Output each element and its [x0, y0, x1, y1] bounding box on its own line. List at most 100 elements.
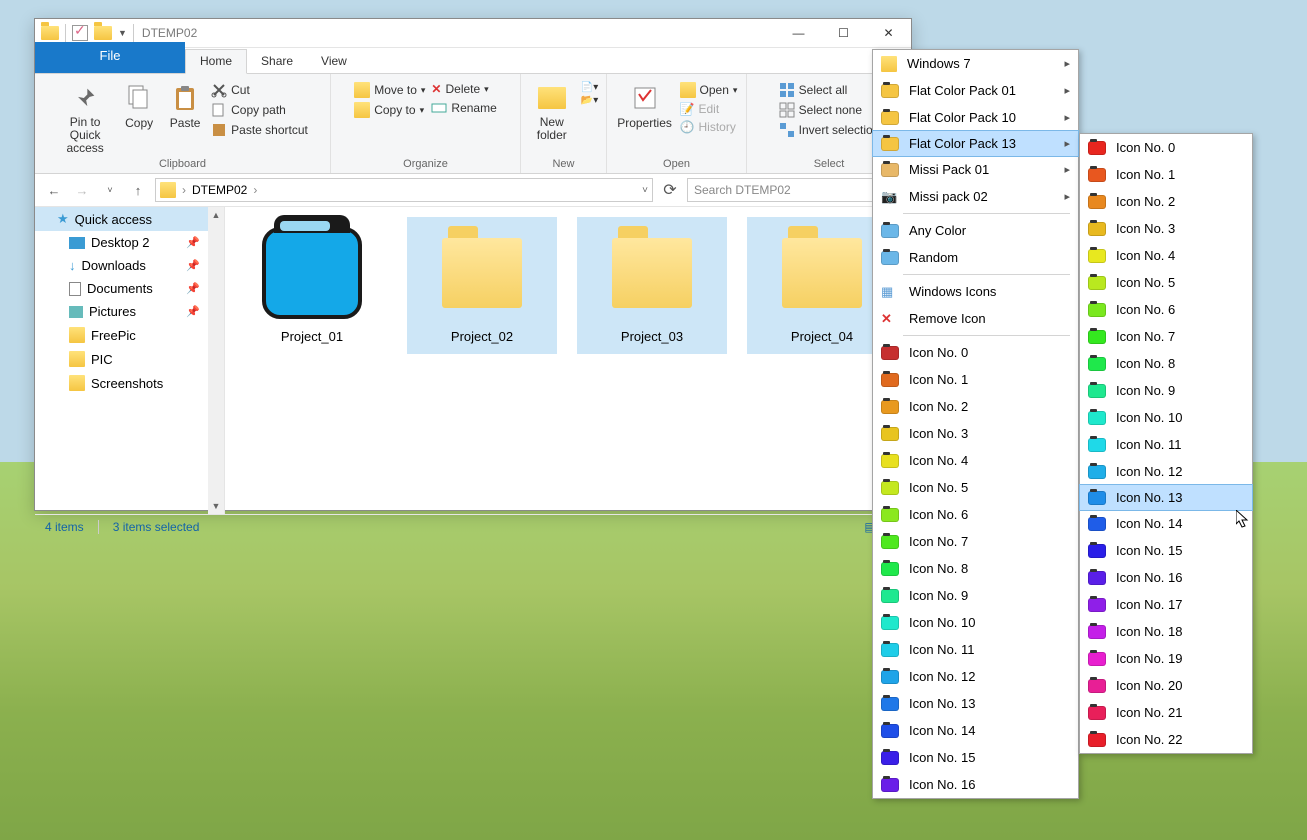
- file-list[interactable]: Project_01Project_02Project_03Project_04: [225, 207, 911, 514]
- menu-icon-item[interactable]: Icon No. 15: [873, 744, 1078, 771]
- menu-icon-item[interactable]: Icon No. 10: [1080, 404, 1252, 431]
- menu-icon-item[interactable]: Icon No. 3: [873, 420, 1078, 447]
- delete-button[interactable]: ✕Delete ▾: [431, 82, 496, 96]
- menu-icon-item[interactable]: Icon No. 11: [1080, 431, 1252, 458]
- sidebar-item-pic[interactable]: PIC: [35, 347, 224, 371]
- menu-icon-item[interactable]: Icon No. 8: [873, 555, 1078, 582]
- close-button[interactable]: ✕: [866, 19, 911, 48]
- pin-quick-access-button[interactable]: Pin to Quick access: [57, 78, 113, 156]
- menu-icon-item[interactable]: Icon No. 5: [873, 474, 1078, 501]
- menu-icon-item[interactable]: Icon No. 21: [1080, 699, 1252, 726]
- copy-path-button[interactable]: Copy path: [211, 102, 308, 118]
- menu-icon-item[interactable]: Icon No. 12: [873, 663, 1078, 690]
- move-to-button[interactable]: Move to ▾: [354, 82, 425, 98]
- tab-share[interactable]: Share: [247, 50, 307, 73]
- chevron-down-icon[interactable]: ˅: [642, 185, 648, 196]
- menu-pack-item[interactable]: 📷Missi pack 02: [873, 183, 1078, 210]
- select-all-button[interactable]: Select all: [779, 82, 880, 98]
- forward-button[interactable]: →: [71, 179, 93, 201]
- select-none-button[interactable]: Select none: [779, 102, 880, 118]
- sidebar-item-pictures[interactable]: Pictures📌: [35, 300, 224, 323]
- easy-access-button[interactable]: 📂▾: [581, 95, 598, 106]
- menu-windows-icons[interactable]: ▦Windows Icons: [873, 278, 1078, 305]
- qat-dropdown-icon[interactable]: ▼: [118, 28, 127, 38]
- menu-any-color[interactable]: Any Color: [873, 217, 1078, 244]
- refresh-button[interactable]: ⟳: [659, 180, 681, 200]
- recent-dropdown[interactable]: ˅: [99, 179, 121, 201]
- menu-icon-item[interactable]: Icon No. 8: [1080, 350, 1252, 377]
- paste-shortcut-button[interactable]: Paste shortcut: [211, 122, 308, 138]
- menu-icon-item[interactable]: Icon No. 1: [1080, 161, 1252, 188]
- menu-pack-item[interactable]: Flat Color Pack 01: [873, 77, 1078, 104]
- qat-properties-icon[interactable]: [72, 25, 88, 41]
- sidebar-item-quick-access[interactable]: ★Quick access: [35, 207, 224, 231]
- menu-random[interactable]: Random: [873, 244, 1078, 271]
- tab-file[interactable]: File: [35, 42, 185, 73]
- menu-icon-item[interactable]: Icon No. 7: [1080, 323, 1252, 350]
- file-item[interactable]: Project_01: [237, 217, 387, 354]
- menu-icon-item[interactable]: Icon No. 16: [873, 771, 1078, 798]
- sidebar-item-downloads[interactable]: ↓Downloads📌: [35, 254, 224, 277]
- menu-icon-item[interactable]: Icon No. 5: [1080, 269, 1252, 296]
- menu-icon-item[interactable]: Icon No. 17: [1080, 591, 1252, 618]
- sidebar-item-documents[interactable]: Documents📌: [35, 277, 224, 300]
- menu-icon-item[interactable]: Icon No. 0: [1080, 134, 1252, 161]
- search-input[interactable]: Search DTEMP02: [687, 178, 903, 202]
- copy-button[interactable]: Copy: [119, 78, 159, 130]
- menu-icon-item[interactable]: Icon No. 0: [873, 339, 1078, 366]
- menu-icon-item[interactable]: Icon No. 13: [1079, 484, 1253, 511]
- file-item[interactable]: Project_02: [407, 217, 557, 354]
- menu-icon-item[interactable]: Icon No. 15: [1080, 537, 1252, 564]
- menu-icon-item[interactable]: Icon No. 14: [873, 717, 1078, 744]
- menu-icon-item[interactable]: Icon No. 6: [873, 501, 1078, 528]
- rename-button[interactable]: Rename: [431, 100, 496, 116]
- maximize-button[interactable]: ☐: [821, 19, 866, 48]
- scrollbar[interactable]: ▲ ▼: [208, 207, 224, 514]
- menu-pack-item[interactable]: Windows 7: [873, 50, 1078, 77]
- open-button[interactable]: Open ▾: [680, 82, 738, 98]
- menu-remove-icon[interactable]: ✕Remove Icon: [873, 305, 1078, 332]
- menu-icon-item[interactable]: Icon No. 4: [1080, 242, 1252, 269]
- new-item-button[interactable]: 📄▾: [581, 82, 598, 93]
- menu-icon-item[interactable]: Icon No. 2: [1080, 188, 1252, 215]
- menu-icon-item[interactable]: Icon No. 1: [873, 366, 1078, 393]
- cut-button[interactable]: Cut: [211, 82, 308, 98]
- menu-icon-item[interactable]: Icon No. 7: [873, 528, 1078, 555]
- menu-icon-item[interactable]: Icon No. 3: [1080, 215, 1252, 242]
- menu-pack-item[interactable]: Missi Pack 01: [873, 156, 1078, 183]
- history-button[interactable]: 🕘History: [680, 120, 738, 134]
- menu-icon-item[interactable]: Icon No. 2: [873, 393, 1078, 420]
- address-input[interactable]: › DTEMP02 › ˅: [155, 178, 653, 202]
- scroll-up-icon[interactable]: ▲: [208, 207, 224, 223]
- up-button[interactable]: ↑: [127, 179, 149, 201]
- sidebar-item-desktop-2[interactable]: Desktop 2📌: [35, 231, 224, 254]
- new-folder-button[interactable]: New folder: [529, 78, 575, 142]
- menu-pack-item[interactable]: Flat Color Pack 13: [872, 130, 1079, 157]
- menu-pack-item[interactable]: Flat Color Pack 10: [873, 104, 1078, 131]
- minimize-button[interactable]: —: [776, 19, 821, 48]
- tab-home[interactable]: Home: [185, 49, 247, 74]
- menu-icon-item[interactable]: Icon No. 6: [1080, 296, 1252, 323]
- menu-icon-item[interactable]: Icon No. 12: [1080, 458, 1252, 485]
- menu-icon-item[interactable]: Icon No. 9: [1080, 377, 1252, 404]
- sidebar-item-screenshots[interactable]: Screenshots: [35, 371, 224, 395]
- paste-button[interactable]: Paste: [165, 78, 205, 130]
- menu-icon-item[interactable]: Icon No. 22: [1080, 726, 1252, 753]
- edit-button[interactable]: 📝Edit: [680, 102, 738, 116]
- copy-to-button[interactable]: Copy to ▾: [354, 102, 425, 118]
- sidebar-item-freepic[interactable]: FreePic: [35, 323, 224, 347]
- menu-icon-item[interactable]: Icon No. 4: [873, 447, 1078, 474]
- qat-newfolder-icon[interactable]: [94, 26, 112, 40]
- invert-selection-button[interactable]: Invert selection: [779, 122, 880, 138]
- menu-icon-item[interactable]: Icon No. 19: [1080, 645, 1252, 672]
- back-button[interactable]: ←: [43, 179, 65, 201]
- scroll-down-icon[interactable]: ▼: [208, 498, 224, 514]
- menu-icon-item[interactable]: Icon No. 10: [873, 609, 1078, 636]
- menu-icon-item[interactable]: Icon No. 13: [873, 690, 1078, 717]
- menu-icon-item[interactable]: Icon No. 18: [1080, 618, 1252, 645]
- properties-button[interactable]: Properties: [616, 78, 674, 130]
- file-item[interactable]: Project_03: [577, 217, 727, 354]
- menu-icon-item[interactable]: Icon No. 9: [873, 582, 1078, 609]
- tab-view[interactable]: View: [307, 50, 361, 73]
- menu-icon-item[interactable]: Icon No. 14: [1080, 510, 1252, 537]
